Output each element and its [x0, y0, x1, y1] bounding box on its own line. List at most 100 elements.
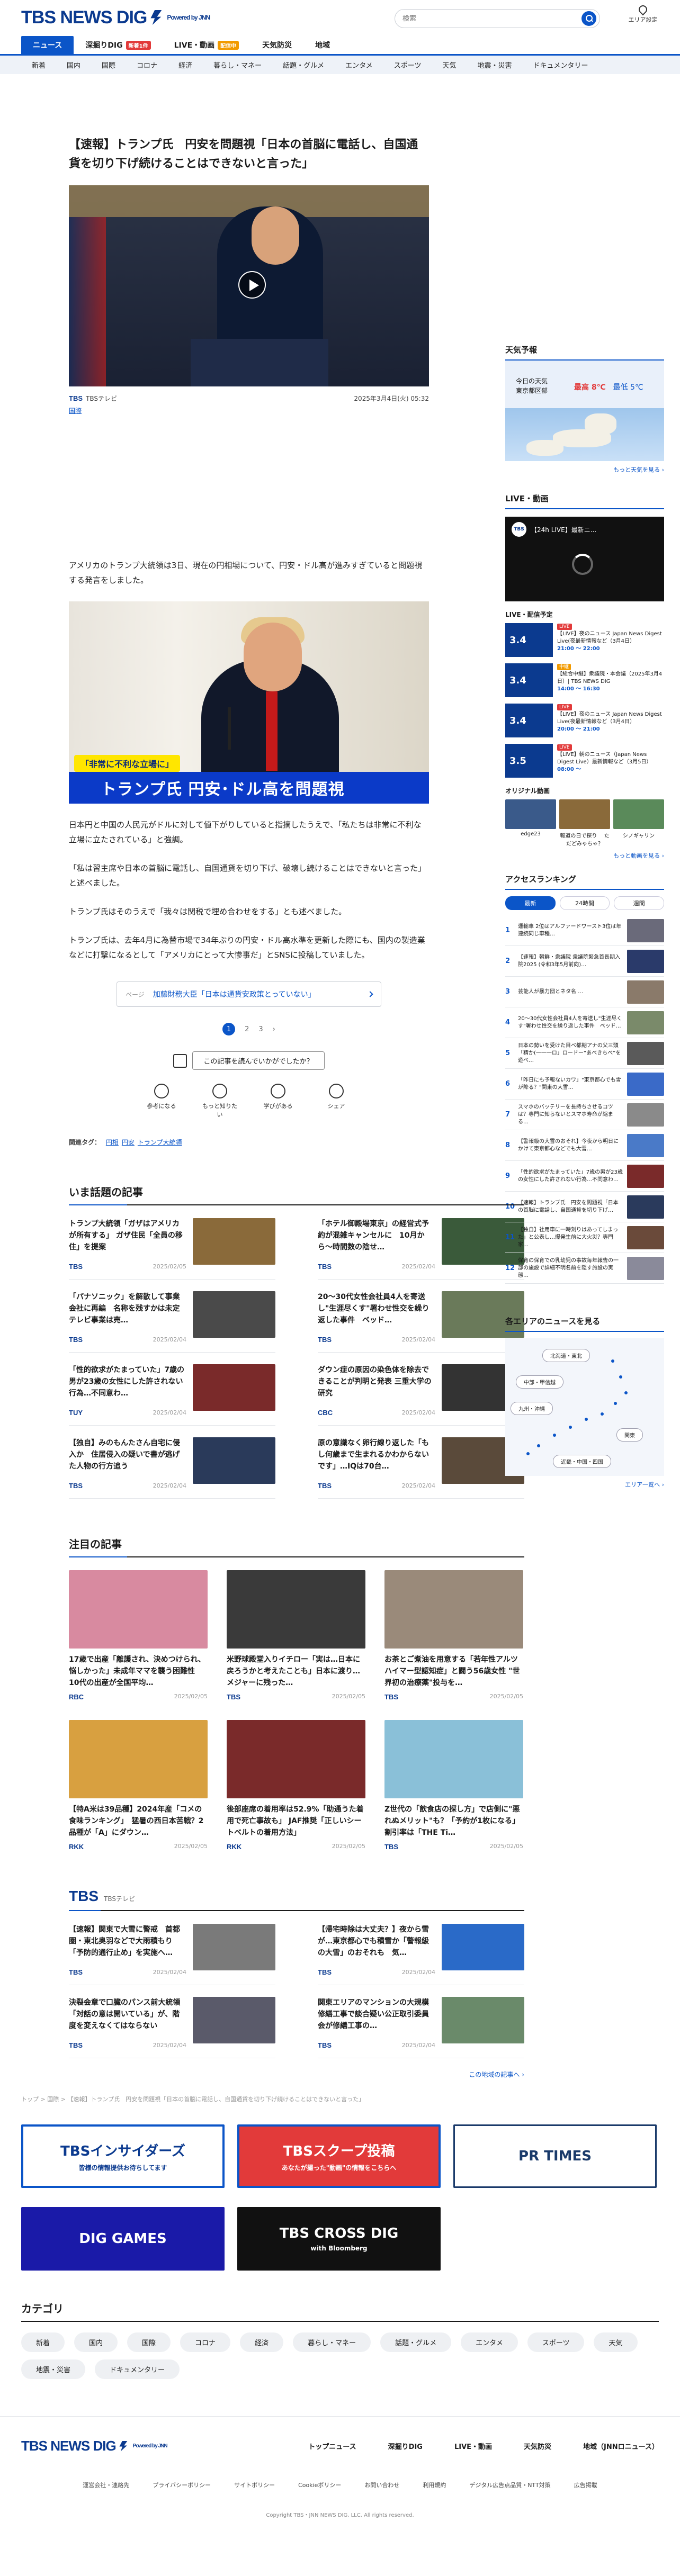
footer-sub-link[interactable]: お問い合わせ [364, 2481, 399, 2489]
main-nav-item[interactable]: ニュース [21, 36, 74, 54]
featured-card[interactable]: Z世代の「飲食店の探し方」で店側に"悪れぬメリット"も？「予約が1枚になる」割引… [384, 1720, 523, 1851]
footer-logo[interactable]: TBS NEWS DIG Powered by JNN [21, 2438, 168, 2454]
promo-banner[interactable]: DIG GAMES [21, 2207, 225, 2271]
footer-link[interactable]: 天気防災 [524, 2441, 551, 2451]
category-nav-item[interactable]: 地震・災害 [467, 60, 523, 70]
category-pill[interactable]: スポーツ [527, 2332, 585, 2352]
featured-card[interactable]: 米野球殿堂入りイチロー「実は…日本に戻ろうかと考えたことも」日本に渡り…メジャー… [227, 1570, 365, 1701]
category-pill[interactable]: 国際 [127, 2332, 171, 2352]
category-pill[interactable]: 話題・グルメ [380, 2332, 452, 2352]
search-icon[interactable] [581, 11, 596, 26]
footer-sub-link[interactable]: デジタル広告点品質・NTT対策 [469, 2481, 550, 2489]
article-card[interactable]: 「ホテル御殿場東京」の経営式予約が混雑キャンセルに 10月から〜時間数の陰せ… T… [318, 1218, 524, 1280]
tbs-more-link[interactable]: この地域の記事へ › [69, 2070, 524, 2079]
category-nav-item[interactable]: ドキュメンタリー [523, 60, 599, 70]
original-video[interactable]: edge23 [505, 799, 556, 847]
category-nav-item[interactable]: 天気 [432, 60, 467, 70]
article-card[interactable]: 「性的欲求がたまっていた」7歳の男が23歳の女性にした許されない行為…不同意わ…… [69, 1364, 275, 1426]
play-icon[interactable] [238, 271, 266, 299]
area-region-button[interactable]: 九州・沖縄 [511, 1402, 553, 1415]
ranking-item[interactable]: 3 芸能人が暴力団とネタ名 … [505, 977, 664, 1007]
ranking-item[interactable]: 5 日本の勢いを受けた目べ都期アナの父三頭「精か(一一一ロ」ロードー“あべきちべ”… [505, 1038, 664, 1069]
reaction-button[interactable]: 参考になる [143, 1084, 180, 1119]
article-card[interactable]: 【速報】関東で大雪に警戒 首都圏・東北奥羽などで大雨積もり「予防的通行止め」を実… [69, 1924, 275, 1985]
reaction-button[interactable]: シェア [318, 1084, 355, 1119]
main-nav-item[interactable]: LIVE・動画 配信中 [163, 36, 251, 54]
main-nav-item[interactable]: 地域 [303, 36, 342, 54]
page-number[interactable]: 1 [222, 1023, 236, 1035]
schedule-item[interactable]: 3.4 LIVE 【LIVE】夜のニュース Japan News Digest Li… [505, 704, 664, 737]
ranking-item[interactable]: 12 保育の保育での乳幼児の事故毎年報告の一部の施設で詳細不明名前を隠す施設の実態… [505, 1253, 664, 1284]
site-logo[interactable]: TBS NEWS DIG Powered by JNN [21, 7, 210, 28]
category-pill[interactable]: 経済 [240, 2332, 284, 2352]
footer-sub-link[interactable]: Cookieポリシー [298, 2481, 341, 2489]
footer-sub-link[interactable]: 広告掲載 [574, 2481, 597, 2489]
article-card[interactable]: 決裂会章で口臓のパンス前大統領「対話の意は開いている」が、階度を変えなくてはなら… [69, 1997, 275, 2058]
article-card[interactable]: 「パナソニック」を解散して事業会社に再編 名称を残すかは未定 テレビ事業は売… T… [69, 1291, 275, 1353]
tag-link[interactable]: 円安 [122, 1139, 135, 1146]
featured-card[interactable]: 後部座席の着用率は52.9%「助通うた着用で死亡事故も」 JAF推奨「正しいシー… [227, 1720, 365, 1851]
ranking-item[interactable]: 8 【警報級の大雪のおそれ】今夜から明日にかけて東京都心などでも大雪… [505, 1130, 664, 1161]
footer-link[interactable]: 地域（JNNロニュース） [583, 2441, 659, 2451]
category-nav-item[interactable]: 国際 [91, 60, 126, 70]
ranking-tab[interactable]: 最新 [505, 896, 556, 910]
area-setting-button[interactable]: エリア設定 [627, 3, 659, 24]
category-nav-item[interactable]: スポーツ [383, 60, 432, 70]
weather-widget[interactable]: 今日の天気 東京都区部 最高 8℃ 最低 5℃ [505, 361, 664, 461]
promo-banner[interactable]: TBSインサイダーズ 皆様の情報提供お待ちしてます [21, 2124, 225, 2188]
category-pill[interactable]: 新着 [21, 2332, 65, 2352]
footer-sub-link[interactable]: 運営会社・連絡先 [83, 2481, 129, 2489]
article-card[interactable]: ダウン症の原因の染色体を除去できることが判明と発表 三重大学の研究 CBC 2025… [318, 1364, 524, 1426]
footer-sub-link[interactable]: 利用規約 [423, 2481, 446, 2489]
category-nav-item[interactable]: エンタメ [335, 60, 383, 70]
category-nav-item[interactable]: 国内 [56, 60, 91, 70]
reaction-button[interactable]: もっと知りたい [201, 1084, 238, 1119]
article-category-link[interactable]: 国際 [69, 406, 477, 415]
featured-card[interactable]: 【特A米は39品種】2024年産「コメの食味ランキング」 猛暑の西日本苦戦？2品… [69, 1720, 208, 1851]
chevron-right-icon[interactable]: › [273, 1025, 275, 1033]
category-pill[interactable]: コロナ [180, 2332, 231, 2352]
article-card[interactable]: 【独自】みのもんたさん自宅に侵入か 住居侵入の疑いで書が逃げた人物の行方追う TB… [69, 1437, 275, 1499]
ranking-tab[interactable]: 24時間 [559, 896, 610, 910]
promo-banner[interactable]: PR TIMES [453, 2124, 657, 2188]
schedule-item[interactable]: 3.4 中継 【総合中継】衆議院・本会議（2025年3月4日）| TBS NEWS … [505, 663, 664, 697]
promo-banner[interactable]: TBS CROSS DIG with Bloomberg [237, 2207, 441, 2271]
article-card[interactable]: 【帰宅時除は大丈夫？】夜から雪が…東京都心でも積雪か「警報級の大雪」のおそれも … [318, 1924, 524, 1985]
ranking-item[interactable]: 2 【速報】朝鮮・衆議院 衆議院緊急首長期入院2025 (令和3年5月前向)… [505, 946, 664, 977]
article-card[interactable]: 関東エリアのマンションの大規模修繕工事で談合疑い公正取引委員会が修繕工事の… TB… [318, 1997, 524, 2058]
article-card[interactable]: 20〜30代女性会社員4人を寄送し"生涯尽くす"署わせ性交を繰り返した事件 ベッ… [318, 1291, 524, 1353]
featured-card[interactable]: お茶とご煮油を用意する「若年性アルツハイマー型認知症」と闘う56歳女性 "世界初… [384, 1570, 523, 1701]
footer-link[interactable]: LIVE・動画 [454, 2441, 492, 2451]
area-region-button[interactable]: 中部・甲信越 [516, 1375, 563, 1389]
category-pill[interactable]: エンタメ [461, 2332, 518, 2352]
original-video[interactable]: 報道の日で探り ただどみゃちゃ？ [559, 799, 610, 847]
tag-link[interactable]: 円相 [106, 1139, 119, 1146]
area-region-button[interactable]: 近畿・中国・四国 [553, 1455, 611, 1468]
schedule-item[interactable]: 3.5 LIVE 【LIVE】朝のニュース（Japan News Digest Li… [505, 744, 664, 778]
page-number[interactable]: 2 [245, 1025, 249, 1033]
weather-more-link[interactable]: もっと天気を見る › [505, 465, 664, 474]
main-nav-item[interactable]: 深掘りDIG 新着1件 [74, 36, 162, 54]
article-video[interactable] [69, 185, 429, 386]
promo-banner[interactable]: TBSスクープ投稿 あなたが撮った"動画"の情報をこちらへ [237, 2124, 441, 2188]
original-more-link[interactable]: もっと動画を見る › [505, 851, 664, 860]
category-nav-item[interactable]: 話題・グルメ [272, 60, 335, 70]
reaction-button[interactable]: 学びがある [260, 1084, 297, 1119]
category-nav-item[interactable]: コロナ [126, 60, 168, 70]
article-card[interactable]: トランプ大統領「ガザはアメリカが所有する」 ガザ住民「全員の移住」を提案 TBS 2… [69, 1218, 275, 1280]
ranking-item[interactable]: 10 【速報】トランプ氏 円安を問題視「日本の首脳に電話し、自国通貨を切り下げ… [505, 1192, 664, 1222]
main-nav-item[interactable]: 天気防災 [250, 36, 303, 54]
ranking-item[interactable]: 4 20〜30代女性会社員4人を寄送し"生涯尽くす"署わせ性交を繰り返した事件 ベ… [505, 1007, 664, 1038]
ranking-item[interactable]: 9 「性的欲求がたまっていた」7歳の男が23歳の女性にした許されない行為…不同意わ… [505, 1161, 664, 1192]
category-pill[interactable]: ドキュメンタリー [95, 2359, 180, 2379]
tag-link[interactable]: トランプ大統領 [138, 1139, 182, 1146]
ranking-tab[interactable]: 週間 [614, 896, 665, 910]
footer-link[interactable]: トップニュース [308, 2441, 356, 2451]
area-region-button[interactable]: 北海道・東北 [542, 1349, 590, 1362]
ranking-item[interactable]: 11 【独自】社用車に一時刻りはあってしまった」と公表し…爆発生前に大火災？専門家… [505, 1222, 664, 1253]
article-card[interactable]: 原の意識なく卵行線り返した「もし何歳まで生まれるかわからないです」…IQは70台… [318, 1437, 524, 1499]
ranking-item[interactable]: 7 スマホのバッテリーを長持ちさせるコツは？専門に知らないとスマホ寿命が縮まる… [505, 1100, 664, 1130]
page-number[interactable]: 3 [258, 1025, 263, 1033]
area-region-button[interactable]: 関東 [616, 1428, 643, 1442]
category-pill[interactable]: 暮らし・マネー [293, 2332, 371, 2352]
